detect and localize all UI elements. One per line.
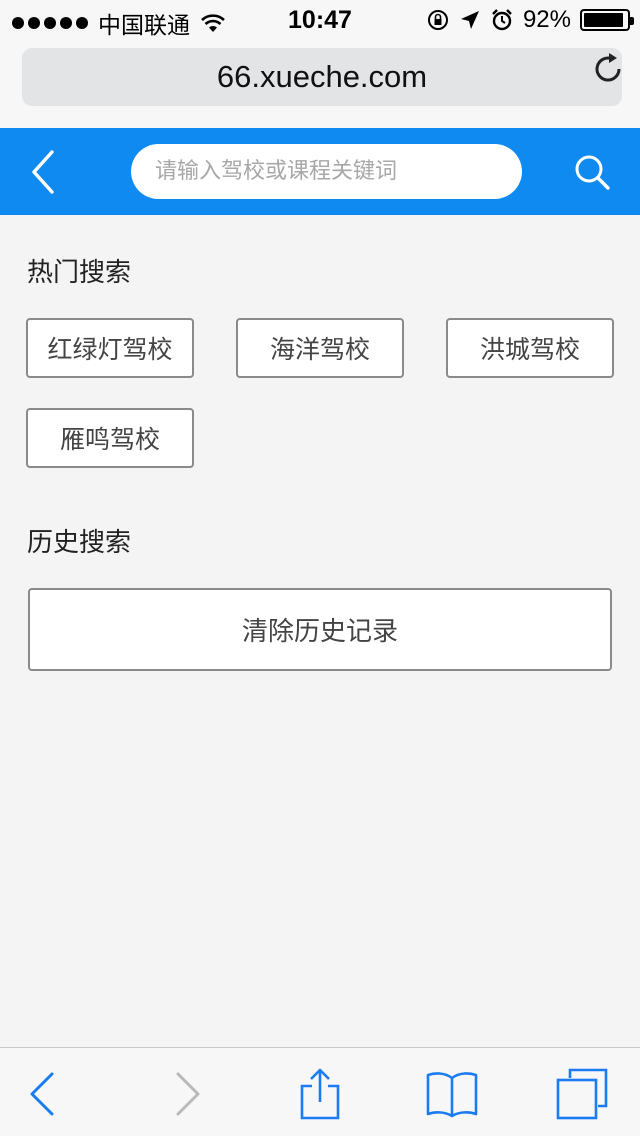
battery-icon — [580, 9, 634, 31]
hot-tag[interactable]: 红绿灯驾校 — [26, 318, 194, 378]
status-bar: 中国联通 10:47 92% — [0, 0, 640, 40]
battery-percent: 92% — [522, 6, 571, 33]
browser-address-bar: 66.xueche.com — [0, 40, 640, 128]
hot-tag[interactable]: 海洋驾校 — [236, 318, 404, 378]
status-right: 92% — [426, 6, 634, 34]
share-icon[interactable] — [292, 1066, 348, 1122]
hot-tag[interactable]: 洪城驾校 — [446, 318, 614, 378]
back-button[interactable] — [22, 148, 66, 196]
clear-history-button[interactable]: 清除历史记录 — [28, 588, 612, 671]
tabs-icon[interactable] — [554, 1066, 610, 1122]
hot-tag[interactable]: 雁鸣驾校 — [26, 408, 194, 468]
bookmarks-icon[interactable] — [424, 1066, 480, 1122]
browser-toolbar — [0, 1047, 640, 1136]
url-text: 66.xueche.com — [216, 59, 428, 94]
hot-search-title: 热门搜索 — [27, 258, 132, 288]
history-search-title: 历史搜索 — [27, 528, 132, 558]
app-header — [0, 128, 640, 215]
reload-icon[interactable] — [590, 51, 626, 87]
alarm-icon — [492, 9, 512, 31]
forward-icon[interactable] — [158, 1066, 214, 1122]
back-icon[interactable] — [18, 1066, 74, 1122]
search-input[interactable] — [155, 159, 522, 184]
url-field[interactable]: 66.xueche.com — [22, 48, 622, 106]
search-icon[interactable] — [572, 152, 612, 192]
search-box[interactable] — [131, 144, 522, 199]
rotation-lock-icon — [427, 10, 448, 30]
battery-level-fill — [584, 13, 623, 27]
location-arrow-icon — [460, 11, 479, 29]
